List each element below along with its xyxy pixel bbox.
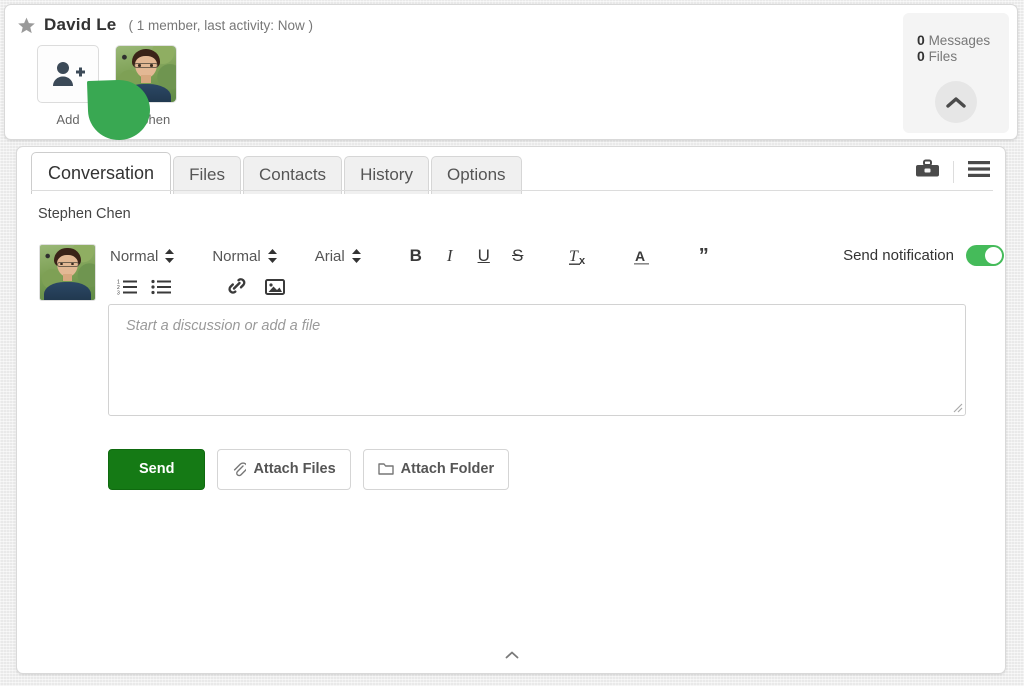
chevron-updown-icon <box>267 249 277 263</box>
send-notification-toggle[interactable] <box>966 245 1004 266</box>
person-add-icon <box>53 62 85 86</box>
user-avatar <box>116 46 176 102</box>
files-count-value: 0 <box>917 48 925 64</box>
sender-name: Stephen Chen <box>38 206 131 222</box>
workspace-meta: ( 1 member, last activity: Now ) <box>128 17 314 33</box>
add-member-button[interactable]: Add <box>35 45 101 127</box>
resize-handle[interactable] <box>951 401 963 413</box>
strikethrough-button[interactable]: S <box>501 243 535 269</box>
editor-toolbar: Normal Normal Arial B I U S T x A ” 1 2 … <box>110 240 790 300</box>
workspace-header-card: David Le ( 1 member, last activity: Now … <box>4 4 1018 140</box>
image-icon <box>265 278 285 295</box>
folder-icon <box>377 463 394 475</box>
send-notification-label: Send notification <box>843 247 954 264</box>
avatar[interactable] <box>115 45 177 103</box>
collapse-header-button[interactable] <box>935 81 977 123</box>
ordered-list-button[interactable]: 1 2 3 <box>110 273 144 299</box>
text-color-icon: A <box>633 248 649 265</box>
composer-actions: Send Attach Files Attach Folder <box>108 449 510 490</box>
font-family-value: Arial <box>314 247 345 265</box>
ordered-list-icon: 1 2 3 <box>117 279 137 295</box>
compose-placeholder: Start a discussion or add a file <box>126 318 321 334</box>
svg-text:A: A <box>635 248 645 264</box>
add-member-label: Add <box>56 112 80 127</box>
chevron-up-small-icon <box>505 651 519 659</box>
clear-formatting-icon: T x <box>568 248 586 266</box>
star-icon[interactable] <box>17 16 36 35</box>
svg-text:x: x <box>579 255 586 266</box>
member-label: Stephen <box>121 112 171 127</box>
tab-files[interactable]: Files <box>173 156 241 194</box>
send-notification-row: Send notification <box>843 245 1004 266</box>
insert-image-button[interactable] <box>258 273 292 299</box>
tab-contacts[interactable]: Contacts <box>242 156 343 194</box>
tab-conversation[interactable]: Conversation <box>31 152 172 194</box>
compose-textarea[interactable]: Start a discussion or add a file <box>108 304 966 416</box>
collapse-panel-button[interactable] <box>505 646 519 664</box>
svg-text:3: 3 <box>117 290 120 295</box>
attach-folder-label: Attach Folder <box>400 461 495 477</box>
clear-formatting-button[interactable]: T x <box>563 243 597 269</box>
blockquote-button[interactable]: ” <box>687 243 721 269</box>
unordered-list-icon <box>151 279 171 294</box>
messages-count-label: Messages <box>928 33 991 48</box>
app-root: David Le ( 1 member, last activity: Now … <box>0 0 1024 686</box>
font-size-value: Normal <box>212 247 261 265</box>
insert-link-button[interactable] <box>220 273 254 299</box>
attach-files-label: Attach Files <box>253 461 336 477</box>
chevron-up-icon <box>946 96 966 108</box>
user-avatar <box>40 245 95 300</box>
files-count: 0 Files <box>917 48 1009 64</box>
tab-bar: Conversation Files Contacts History Opti… <box>31 152 522 194</box>
attach-files-button[interactable]: Attach Files <box>217 449 351 490</box>
attach-folder-button[interactable]: Attach Folder <box>362 449 510 490</box>
divider <box>953 160 954 183</box>
paragraph-style-value: Normal <box>110 247 159 265</box>
member-stephen[interactable]: Stephen <box>113 45 179 127</box>
italic-button[interactable]: I <box>433 243 467 269</box>
text-color-button[interactable]: A <box>625 243 659 269</box>
messages-count: 0 Messages <box>917 13 1009 48</box>
chevron-updown-icon <box>165 249 175 263</box>
unordered-list-button[interactable] <box>144 273 178 299</box>
font-size-select[interactable]: Normal <box>212 247 277 265</box>
svg-text:T: T <box>569 248 579 265</box>
counts-panel: 0 Messages 0 Files <box>903 13 1009 133</box>
member-list: Add Stephen <box>35 45 179 127</box>
font-family-select[interactable]: Arial <box>315 248 361 265</box>
tab-actions <box>915 159 991 184</box>
add-member-tile[interactable] <box>37 45 99 103</box>
paperclip-icon <box>234 462 247 477</box>
messages-count-value: 0 <box>917 32 925 48</box>
workspace-title: David Le <box>44 15 117 34</box>
hamburger-menu-icon[interactable] <box>967 160 991 183</box>
workspace-title-row: David Le ( 1 member, last activity: Now … <box>17 15 313 35</box>
composer-avatar <box>39 244 96 301</box>
chevron-updown-icon <box>351 249 361 263</box>
bold-button[interactable]: B <box>399 243 433 269</box>
send-button[interactable]: Send <box>108 449 206 490</box>
paragraph-style-select[interactable]: Normal <box>110 247 175 265</box>
tab-underline <box>31 190 993 191</box>
tab-options[interactable]: Options <box>430 156 522 194</box>
tab-history[interactable]: History <box>344 156 429 194</box>
underline-button[interactable]: U <box>467 243 501 269</box>
files-count-label: Files <box>928 49 958 64</box>
toolbox-icon[interactable] <box>915 159 940 184</box>
link-icon <box>228 278 246 294</box>
